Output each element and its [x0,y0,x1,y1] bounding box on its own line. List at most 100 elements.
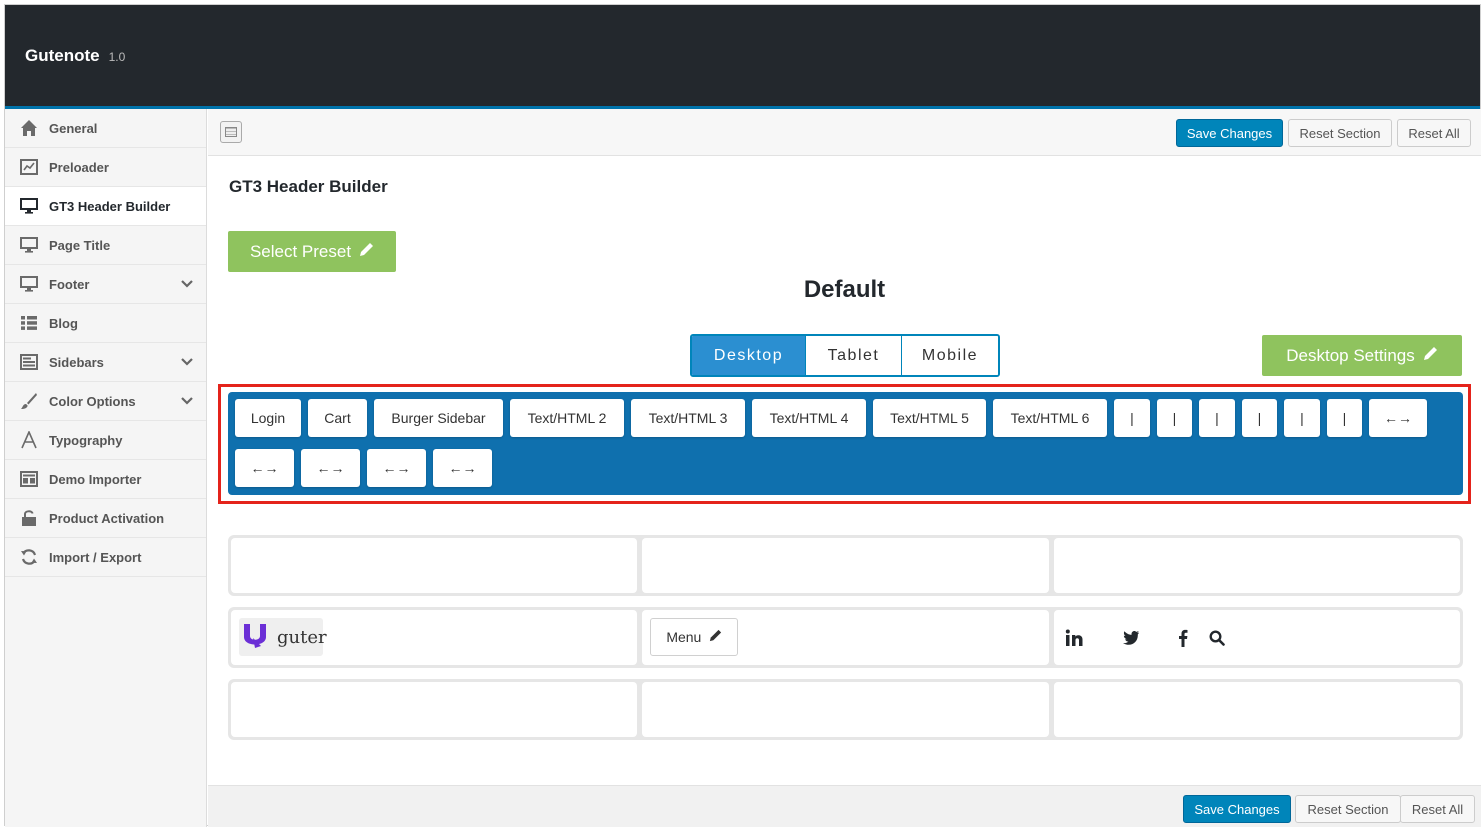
monitor-icon [19,274,39,294]
element-spacer[interactable]: ←→ [433,449,492,487]
pencil-icon [1423,346,1438,366]
sidebar-item-label: Page Title [49,237,111,253]
sidebar-item-product-activation[interactable]: Product Activation [5,499,206,538]
bottom-action-bar: Save Changes Reset Section Reset All [208,785,1481,827]
logo-text: guter [277,626,327,648]
element-divider[interactable]: | [1242,399,1277,437]
chevron-down-icon[interactable] [180,394,194,408]
save-changes-button[interactable]: Save Changes [1183,795,1291,823]
sidebar-item-label: Demo Importer [49,471,142,487]
app-version: 1.0 [108,50,126,64]
desktop-settings-label: Desktop Settings [1286,345,1415,365]
drop-zone-center[interactable]: Menu [642,610,1049,665]
drop-zone-center[interactable] [642,538,1049,593]
drop-zone-right[interactable] [1053,682,1460,737]
pencil-icon [359,242,374,262]
element-divider[interactable]: | [1114,399,1150,437]
sidebar-item-label: Blog [49,315,78,331]
element-palette: Login Cart Burger Sidebar Text/HTML 2 Te… [228,392,1463,495]
header-row-middle: guter Menu [228,607,1463,668]
tab-desktop[interactable]: Desktop [692,336,805,375]
menu-element[interactable]: Menu [650,618,739,656]
chart-icon [19,157,39,177]
drop-zone-right[interactable] [1053,538,1460,593]
sidebar-item-gt3-header-builder[interactable]: GT3 Header Builder [5,187,206,226]
drop-zone-center[interactable] [642,682,1049,737]
element-text-html-3[interactable]: Text/HTML 3 [631,399,745,437]
sidebar-item-label: Typography [49,432,123,448]
refresh-icon [19,547,39,567]
element-cart[interactable]: Cart [308,399,367,437]
select-preset-label: Select Preset [249,241,352,261]
main-panel: Save Changes Reset Section Reset All GT3… [208,109,1481,827]
tab-tablet[interactable]: Tablet [805,336,901,375]
sidebar-item-label: Color Options [49,393,136,409]
sidebar-item-sidebars[interactable]: Sidebars [5,343,206,382]
sidebar-item-label: General [49,120,98,136]
header-row-bottom [228,679,1463,740]
search-icon[interactable] [1206,627,1228,649]
layout-icon [19,469,39,489]
panel-icon [225,127,237,137]
sidebar-item-label: Sidebars [49,354,104,370]
logo-element[interactable]: guter [239,618,327,656]
sidebar-item-page-title[interactable]: Page Title [5,226,206,265]
app-title: Gutenote [25,46,100,65]
sidebar-item-typography[interactable]: Typography [5,421,206,460]
layout-icon [19,352,39,372]
select-preset-button[interactable]: Select Preset [228,231,396,272]
save-changes-button[interactable]: Save Changes [1176,119,1283,147]
sidebar-item-label: Import / Export [49,549,142,565]
drop-zone-right[interactable] [1053,610,1460,665]
section-title: GT3 Header Builder [229,177,388,196]
reset-all-button[interactable]: Reset All [1400,795,1475,823]
element-text-html-6[interactable]: Text/HTML 6 [993,399,1107,437]
sidebar-item-label: Product Activation [49,510,165,526]
sidebar-item-preloader[interactable]: Preloader [5,148,206,187]
monitor-icon [19,196,39,216]
lock-icon [19,508,39,528]
sidebar-item-footer[interactable]: Footer [5,265,206,304]
home-icon [19,118,39,138]
element-spacer[interactable]: ←→ [367,449,426,487]
device-switcher: Desktop Tablet Mobile [690,334,1000,377]
sidebar-item-blog[interactable]: Blog [5,304,206,343]
element-burger-sidebar[interactable]: Burger Sidebar [374,399,503,437]
element-text-html-4[interactable]: Text/HTML 4 [752,399,866,437]
expand-options-button[interactable] [220,121,242,143]
drop-zone-left[interactable] [231,682,638,737]
menu-label: Menu [666,629,702,645]
list-icon [19,313,39,333]
sidebar-item-label: Preloader [49,159,109,175]
facebook-icon[interactable] [1172,627,1194,649]
chevron-down-icon[interactable] [180,355,194,369]
sidebar-item-import-export[interactable]: Import / Export [5,538,206,577]
typography-icon [19,430,39,450]
desktop-settings-button[interactable]: Desktop Settings [1262,335,1462,376]
chevron-down-icon[interactable] [180,277,194,291]
element-spacer[interactable]: ←→ [1369,399,1427,437]
element-spacer[interactable]: ←→ [301,449,360,487]
element-divider[interactable]: | [1199,399,1235,437]
sidebar-item-general[interactable]: General [5,109,206,148]
reset-section-button[interactable]: Reset Section [1295,795,1401,823]
pencil-icon[interactable] [709,629,722,645]
sidebar-item-color-options[interactable]: Color Options [5,382,206,421]
top-header-bar: Gutenote 1.0 [5,5,1480,109]
monitor-icon [19,235,39,255]
element-text-html-2[interactable]: Text/HTML 2 [510,399,624,437]
drop-zone-left[interactable] [231,538,638,593]
element-divider[interactable]: | [1157,399,1192,437]
element-login[interactable]: Login [235,399,301,437]
element-divider[interactable]: | [1327,399,1362,437]
element-text-html-5[interactable]: Text/HTML 5 [873,399,986,437]
tab-mobile[interactable]: Mobile [901,336,998,375]
reset-section-button[interactable]: Reset Section [1288,119,1392,147]
element-spacer[interactable]: ←→ [235,449,294,487]
element-divider[interactable]: | [1284,399,1320,437]
drop-zone-left[interactable]: guter [231,610,638,665]
linkedin-icon[interactable] [1064,627,1086,649]
reset-all-button[interactable]: Reset All [1397,119,1471,147]
sidebar-item-demo-importer[interactable]: Demo Importer [5,460,206,499]
twitter-icon[interactable] [1120,627,1142,649]
